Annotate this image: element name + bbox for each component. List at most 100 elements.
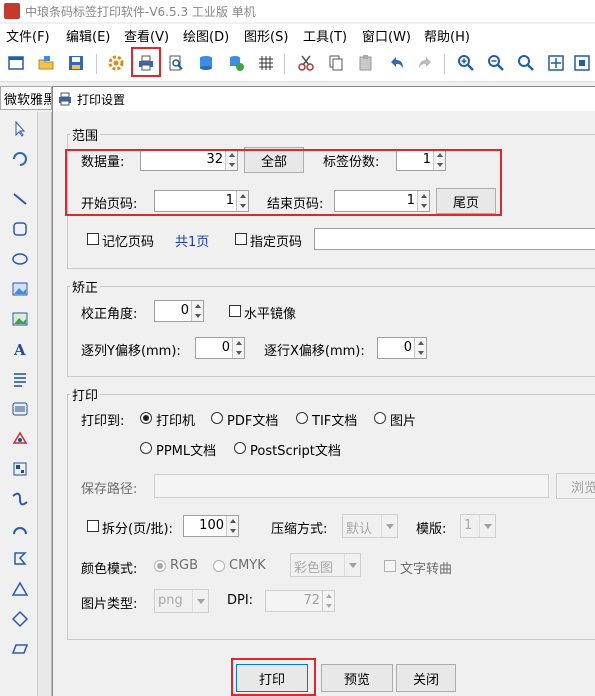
new-icon[interactable] (4, 51, 28, 75)
image-type-select[interactable]: png (154, 589, 209, 613)
mirror-checkbox[interactable] (229, 305, 241, 317)
redo-icon[interactable] (414, 51, 438, 75)
radio-pdf[interactable] (211, 412, 223, 424)
save-icon[interactable] (64, 51, 88, 75)
radio-postscript[interactable] (234, 442, 246, 454)
copy-icon[interactable] (324, 51, 348, 75)
save-path-input[interactable] (154, 474, 549, 498)
database-icon[interactable] (194, 51, 218, 75)
radio-tif[interactable] (296, 412, 308, 424)
menu-edit[interactable]: 编辑(E) (66, 26, 110, 45)
zoom-icon[interactable] (514, 51, 538, 75)
save-path-label: 保存路径: (81, 482, 138, 497)
window-title: 中琅条码标签打印软件-V6.5.3 工业版 单机 (25, 5, 256, 19)
angle-spinner-arrows[interactable] (191, 301, 203, 321)
specify-page-checkbox[interactable] (235, 233, 247, 245)
text-to-curve-label: 文字转曲 (400, 562, 453, 577)
ellipse-tool-icon[interactable] (9, 248, 31, 270)
paragraph-text-tool-icon[interactable] (9, 368, 31, 390)
split-label: 拆分(页/批): (102, 522, 173, 537)
color-image-select[interactable]: 彩色图 (290, 553, 361, 577)
radio-cmyk[interactable] (213, 560, 225, 572)
radio-ppml[interactable] (140, 442, 152, 454)
radio-rgb[interactable] (154, 560, 166, 572)
radio-pdf-label: PDF文档 (227, 414, 279, 429)
radio-ppml-label: PPML文档 (156, 444, 217, 459)
remember-page-checkbox[interactable] (87, 233, 99, 245)
grid-icon[interactable] (254, 51, 278, 75)
text-to-curve-checkbox[interactable] (384, 560, 396, 572)
compression-select[interactable]: 默认 (342, 514, 398, 538)
menu-file[interactable]: 文件(F) (6, 26, 50, 45)
undo-icon[interactable] (384, 51, 408, 75)
split-spinner[interactable]: 100 (183, 515, 239, 537)
radio-rgb-label: RGB (170, 558, 199, 573)
menu-help[interactable]: 帮助(H) (424, 26, 470, 45)
image-tool-icon[interactable] (9, 278, 31, 300)
menu-shape[interactable]: 图形(S) (244, 26, 288, 45)
specify-page-input[interactable] (314, 228, 595, 250)
rounded-rect-tool-icon[interactable] (9, 218, 31, 240)
split-spinner-arrows[interactable] (226, 516, 238, 536)
close-button[interactable]: 关闭 (396, 664, 456, 692)
qrcode-tool-icon[interactable] (9, 458, 31, 480)
barcode-tool-icon[interactable] (9, 398, 31, 420)
print-button-highlight (231, 658, 316, 696)
parallelogram-tool-icon[interactable] (9, 638, 31, 660)
menu-draw[interactable]: 绘图(D) (183, 26, 229, 45)
y-offset-spinner[interactable]: 0 (195, 337, 245, 359)
zoom-out-icon[interactable] (484, 51, 508, 75)
template-select[interactable]: 1 (460, 514, 496, 538)
angle-spinner[interactable]: 0 (154, 300, 204, 322)
database-settings-icon[interactable] (224, 51, 248, 75)
text-tool-icon[interactable]: A (9, 338, 31, 360)
dpi-spinner[interactable]: 72 (265, 590, 335, 612)
split-checkbox[interactable] (87, 520, 99, 532)
flag-shape-tool-icon[interactable] (9, 548, 31, 570)
fit-page-icon[interactable] (544, 51, 568, 75)
font-name-combo[interactable]: 微软雅黑 (0, 86, 52, 110)
dpi-spinner-arrows[interactable] (322, 591, 334, 611)
chevron-down-icon[interactable] (192, 590, 208, 612)
zoom-in-icon[interactable] (454, 51, 478, 75)
menu-window[interactable]: 窗口(W) (362, 26, 411, 45)
x-offset-label: 逐行X偏移(mm): (264, 344, 365, 359)
polygon-tool-icon[interactable] (9, 428, 31, 450)
chevron-down-icon[interactable] (479, 515, 495, 537)
total-pages-text: 共1页 (175, 235, 210, 250)
radio-image[interactable] (374, 412, 386, 424)
cut-icon[interactable] (294, 51, 318, 75)
picture-tool-icon[interactable] (9, 308, 31, 330)
print-preview-icon[interactable] (164, 51, 188, 75)
diamond-tool-icon[interactable] (9, 608, 31, 630)
printer-icon (59, 92, 71, 106)
actual-size-icon[interactable] (570, 51, 594, 75)
triangle-tool-icon[interactable] (9, 578, 31, 600)
curve-tool-icon[interactable] (9, 488, 31, 510)
print-toolbar-highlight (131, 47, 161, 77)
menu-view[interactable]: 查看(V) (124, 26, 169, 45)
radio-printer-label: 打印机 (156, 414, 196, 429)
line-tool-icon[interactable] (9, 188, 31, 210)
radio-printer[interactable] (140, 412, 152, 424)
rotate-icon[interactable] (9, 148, 31, 170)
title-bar: 中琅条码标签打印软件-V6.5.3 工业版 单机 (0, 0, 595, 22)
arc-tool-icon[interactable] (9, 518, 31, 540)
select-pointer-icon[interactable] (9, 118, 31, 140)
main-toolbar (0, 46, 595, 82)
chevron-down-icon[interactable] (381, 515, 397, 537)
y-offset-label: 逐列Y偏移(mm): (81, 344, 181, 359)
paste-icon[interactable] (354, 51, 378, 75)
y-offset-spinner-arrows[interactable] (232, 338, 244, 358)
svg-text:A: A (13, 341, 26, 358)
preview-button[interactable]: 预览 (321, 664, 393, 692)
range-group-label: 范围 (70, 125, 101, 144)
chevron-down-icon[interactable] (344, 554, 360, 576)
settings-icon[interactable] (104, 51, 128, 75)
x-offset-spinner-arrows[interactable] (414, 338, 426, 358)
menu-tools[interactable]: 工具(T) (303, 26, 347, 45)
x-offset-spinner[interactable]: 0 (377, 337, 427, 359)
open-icon[interactable] (34, 51, 58, 75)
dialog-title: 打印设置 (77, 93, 126, 107)
browse-button[interactable]: 浏览 (556, 473, 595, 499)
